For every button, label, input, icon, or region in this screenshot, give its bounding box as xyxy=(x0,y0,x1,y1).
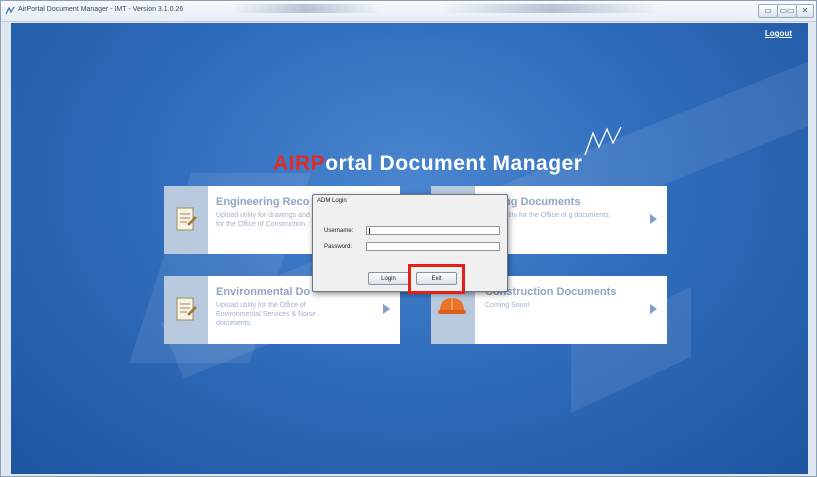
minimize-button[interactable]: ▭ xyxy=(758,4,778,18)
maximize-button[interactable]: ▭▭ xyxy=(777,4,797,18)
titlebar-decoration xyxy=(231,4,381,13)
chevron-right-icon[interactable] xyxy=(383,304,390,314)
chevron-right-icon[interactable] xyxy=(650,304,657,314)
card-icon-box xyxy=(164,186,208,254)
card-description: utility for the Office of g documents. xyxy=(501,212,611,219)
text-caret xyxy=(369,228,370,234)
card-description: Upload utility for the Office of Environ… xyxy=(216,302,316,327)
card-description: Coming Soon! xyxy=(485,302,530,309)
dialog-title: ADM Login xyxy=(317,198,347,204)
login-button[interactable]: Login xyxy=(368,272,409,285)
password-label: Password: xyxy=(324,244,353,250)
app-window: AirPortal Document Manager - IMT - Versi… xyxy=(0,0,817,477)
app-logo-text: AIRPortal Document Manager xyxy=(273,152,582,176)
title-bar: AirPortal Document Manager - IMT - Versi… xyxy=(1,1,816,22)
window-title: AirPortal Document Manager - IMT - Versi… xyxy=(18,6,184,13)
logout-link[interactable]: Logout xyxy=(765,29,792,38)
username-label: Username: xyxy=(324,228,354,234)
close-button[interactable]: ✕ xyxy=(796,4,814,18)
username-input[interactable] xyxy=(366,226,500,235)
chevron-right-icon[interactable] xyxy=(650,214,657,224)
card-icon-box xyxy=(164,276,208,344)
brand-highlight: AIRP xyxy=(273,152,326,175)
hardhat-icon xyxy=(438,298,466,314)
titlebar-decoration xyxy=(441,4,661,13)
card-title: Environmental Do xyxy=(216,286,311,298)
card-title: ing Documents xyxy=(501,196,581,208)
card-title: Engineering Reco xyxy=(216,196,310,208)
app-icon xyxy=(5,6,15,15)
annotation-highlight-box xyxy=(408,264,465,294)
password-input[interactable] xyxy=(366,242,500,251)
document-icon xyxy=(176,297,197,321)
brand-rest: ortal Document Manager xyxy=(325,152,583,175)
logo-mark-icon xyxy=(584,126,622,156)
document-icon xyxy=(176,207,197,231)
